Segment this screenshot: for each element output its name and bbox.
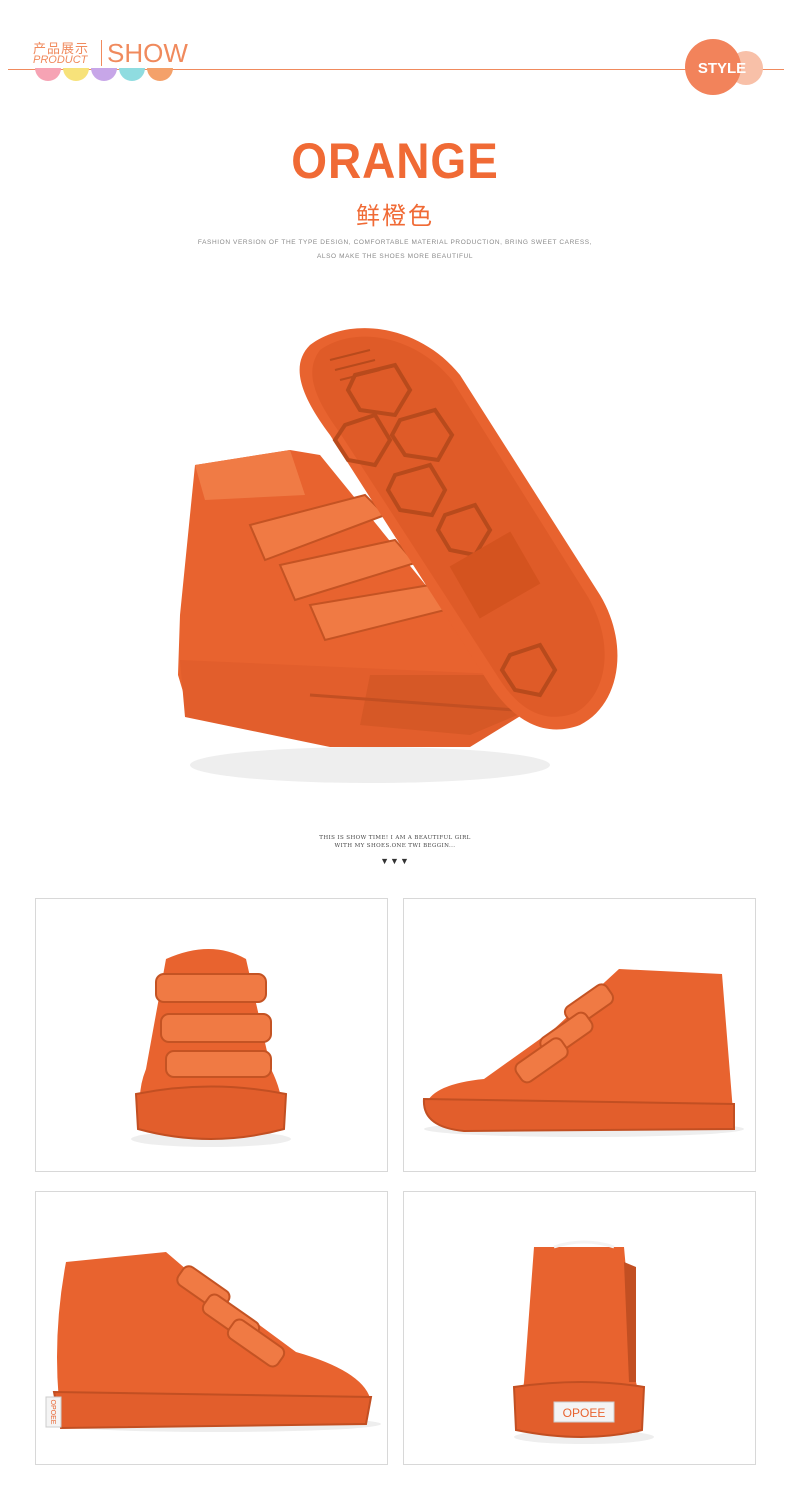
color-dots-decoration xyxy=(35,68,173,81)
heel-label-side: OPOEE xyxy=(49,1400,56,1425)
front-view-shoe-image xyxy=(131,949,291,1147)
tagline-line-1: THIS IS SHOW TIME! I AM A BEAUTIFUL GIRL xyxy=(319,835,471,841)
dot-cyan xyxy=(119,68,145,81)
description-line-1: FASHION VERSION OF THE TYPE DESIGN, COMF… xyxy=(197,239,593,246)
style-badge: STYLE xyxy=(685,39,763,95)
dot-orange xyxy=(147,68,173,81)
header-separator xyxy=(101,40,102,66)
color-title: ORANGE xyxy=(291,133,499,189)
inner-side-shoe-image: OPOEE xyxy=(45,1252,381,1432)
tagline-line-2: WITH MY SHOES.ONE TWI BEGGIN... xyxy=(334,843,456,849)
dot-purple xyxy=(91,68,117,81)
side-view-shoe-image xyxy=(422,969,744,1137)
gallery-back-view: OPOEE xyxy=(403,1191,756,1465)
product-label-en: PRODUCT xyxy=(33,54,88,66)
hero-shoe-pair-image xyxy=(178,328,618,783)
color-title-cn: 鲜橙色 xyxy=(356,203,434,230)
description-line-2: ALSO MAKE THE SHOES MORE BEAUTIFUL xyxy=(316,253,474,260)
back-view-shoe-image: OPOEE xyxy=(512,1240,654,1444)
gallery-inner-side-view: OPOEE xyxy=(35,1191,388,1465)
heel-label-back: OPOEE xyxy=(563,1406,606,1420)
dot-yellow xyxy=(63,68,89,81)
dot-pink xyxy=(35,68,61,81)
gallery-side-view xyxy=(403,898,756,1172)
show-heading: SHOW xyxy=(107,38,188,68)
down-arrows-icon: ▼▼▼ xyxy=(380,856,410,866)
gallery-front-view xyxy=(35,898,388,1172)
style-badge-text: STYLE xyxy=(698,60,746,77)
